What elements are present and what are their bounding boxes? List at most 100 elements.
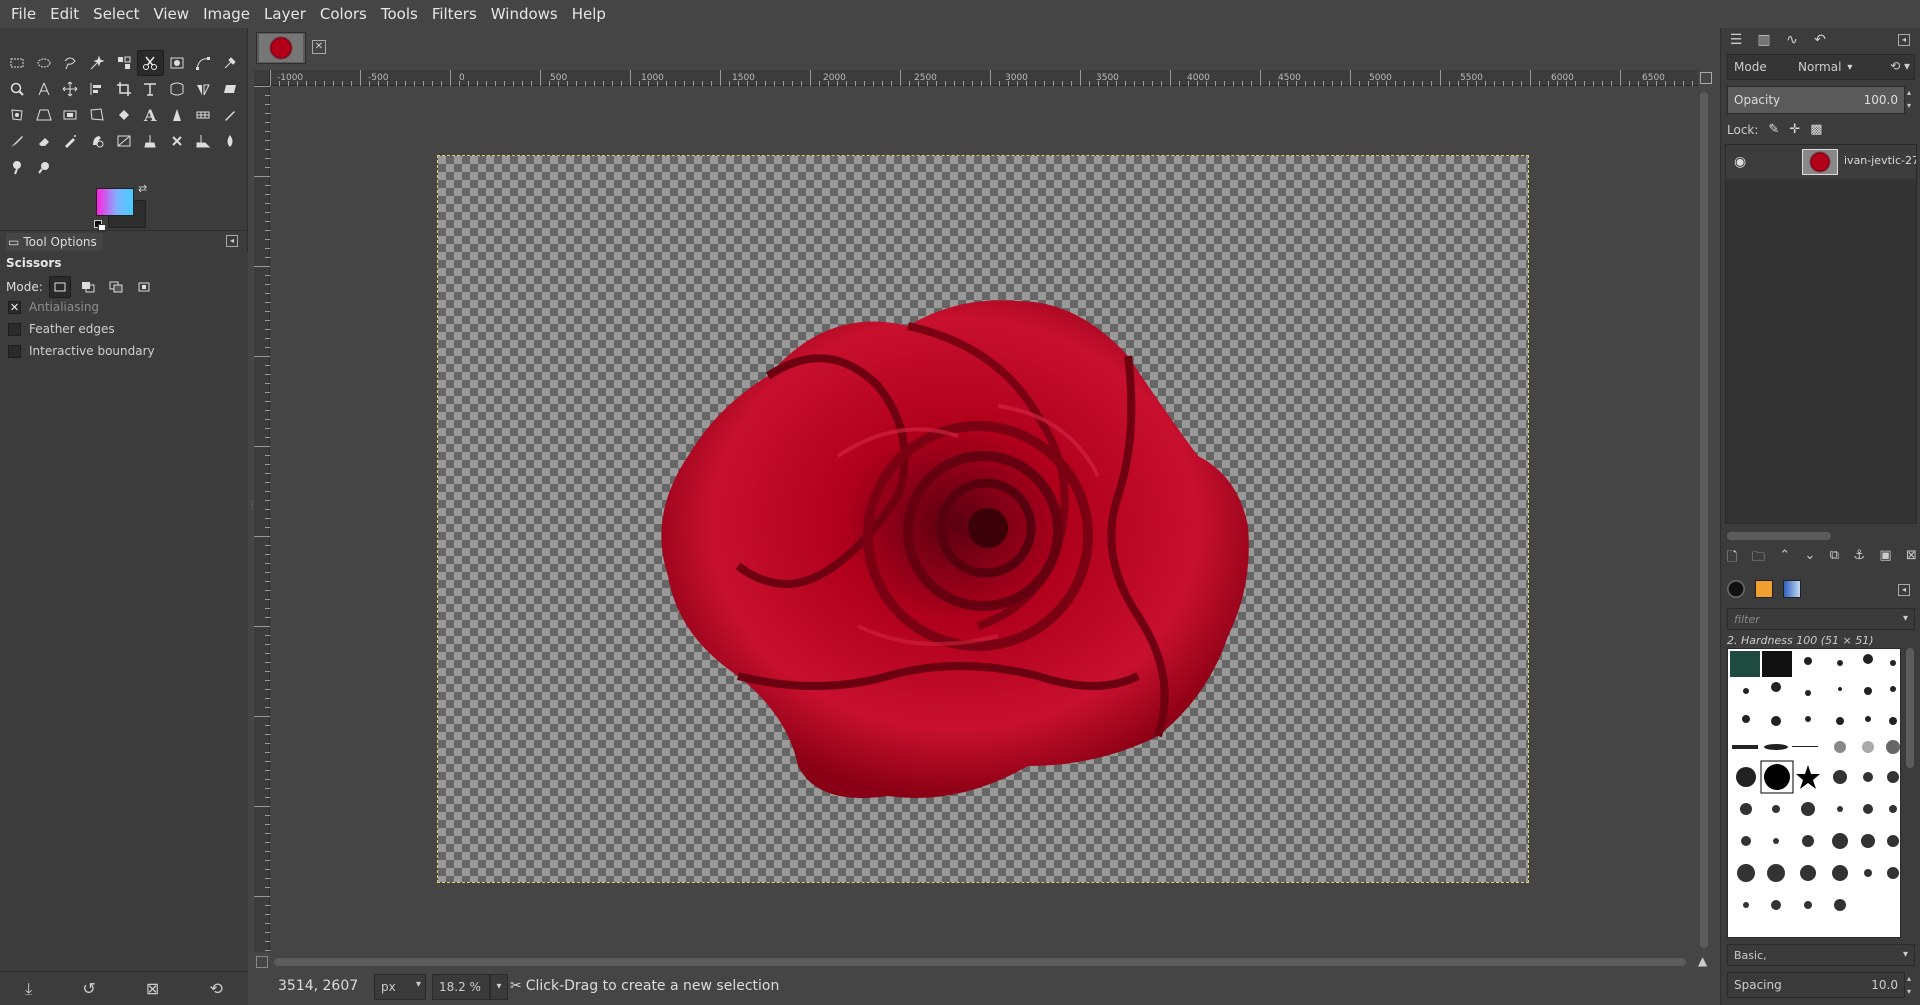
antialiasing-checkbox[interactable]: ✕: [8, 300, 21, 314]
rect-select-tool-icon[interactable]: [4, 50, 31, 76]
antialiasing-option[interactable]: ✕ Antialiasing: [8, 300, 99, 314]
menu-edit[interactable]: Edit: [43, 0, 86, 28]
crop-tool-icon[interactable]: [110, 76, 137, 102]
left-dock-sash[interactable]: ⋮: [247, 500, 257, 528]
feather-edges-checkbox[interactable]: [8, 322, 21, 336]
dodge-burn-tool-icon[interactable]: [31, 154, 58, 180]
horizontal-scrollbar[interactable]: [270, 956, 1690, 968]
new-layer-group-icon[interactable]: 🗀: [1752, 548, 1765, 570]
brush-grid[interactable]: [1727, 648, 1901, 938]
brush-scrollbar[interactable]: [1905, 648, 1915, 938]
blur-tool-icon[interactable]: [217, 128, 244, 154]
handle-transform-tool-icon[interactable]: [84, 102, 111, 128]
image-tab[interactable]: [256, 32, 306, 64]
heal-tool-icon[interactable]: [164, 128, 191, 154]
anchor-layer-icon[interactable]: ⚓: [1853, 548, 1865, 570]
menu-windows[interactable]: Windows: [484, 0, 565, 28]
mode-subtract-icon[interactable]: [105, 276, 127, 298]
vertical-ruler[interactable]: [254, 86, 270, 952]
menu-colors[interactable]: Colors: [313, 0, 374, 28]
lock-alpha-icon[interactable]: ▩: [1810, 122, 1822, 137]
menu-filters[interactable]: Filters: [425, 0, 484, 28]
navigate-icon[interactable]: [1700, 72, 1712, 84]
interactive-boundary-option[interactable]: Interactive boundary: [8, 344, 155, 358]
lock-position-icon[interactable]: ✛: [1789, 122, 1800, 137]
align-tool-icon[interactable]: [84, 76, 111, 102]
mypaint-tool-icon[interactable]: [110, 128, 137, 154]
quick-mask-toggle[interactable]: [256, 956, 268, 968]
unified-transform-tool-icon[interactable]: [137, 76, 164, 102]
menu-image[interactable]: Image: [196, 0, 257, 28]
menu-layer[interactable]: Layer: [257, 0, 313, 28]
lock-pixels-icon[interactable]: ✎: [1768, 122, 1779, 137]
mode-replace-icon[interactable]: [48, 276, 71, 298]
layer-visibility-eye-icon[interactable]: ◉: [1734, 154, 1746, 170]
interactive-boundary-checkbox[interactable]: [8, 344, 21, 358]
channels-tab-icon[interactable]: ▥: [1755, 32, 1773, 48]
opacity-spinner-icon[interactable]: ▴ ▾: [1907, 86, 1917, 114]
pencil-tool-icon[interactable]: [217, 102, 244, 128]
feather-edges-option[interactable]: Feather edges: [8, 322, 115, 336]
brush-scroll-thumb[interactable]: [1906, 648, 1914, 768]
paintbrush-tool-icon[interactable]: [4, 128, 31, 154]
layer-name[interactable]: ivan-jevtic-27: [1844, 154, 1916, 167]
swap-colors-icon[interactable]: ⇄: [138, 182, 147, 195]
eraser-tool-icon[interactable]: [31, 128, 58, 154]
tool-options-tab[interactable]: ▭ Tool Options: [6, 232, 103, 251]
save-tool-preset-icon[interactable]: ⤓: [25, 979, 32, 999]
scissors-tool-icon[interactable]: [136, 50, 164, 76]
menu-file[interactable]: File: [4, 0, 43, 28]
gradients-tab-icon[interactable]: [1783, 580, 1801, 598]
foreground-color-swatch[interactable]: [96, 188, 134, 216]
lower-layer-icon[interactable]: ⌄: [1804, 548, 1815, 570]
perspective-tool-icon[interactable]: [31, 102, 58, 128]
new-layer-icon[interactable]: 🗋: [1727, 548, 1737, 570]
layers-scroll-thumb[interactable]: [1727, 532, 1831, 540]
layer-mode-row[interactable]: Mode Normal ▾ ⟲ ▾: [1727, 54, 1915, 80]
perspective-clone-tool-icon[interactable]: [190, 128, 217, 154]
cage-transform-tool-icon[interactable]: [4, 102, 31, 128]
shear-tool-icon[interactable]: [217, 76, 244, 102]
measure-tool-icon[interactable]: [31, 76, 58, 102]
image-canvas[interactable]: [437, 155, 1529, 883]
ruler-corner[interactable]: [254, 70, 270, 86]
free-select-tool-icon[interactable]: [57, 50, 84, 76]
ink-tool-icon[interactable]: [84, 128, 111, 154]
unit-selector[interactable]: px ▾: [374, 974, 426, 1000]
foreground-select-tool-icon[interactable]: [164, 50, 191, 76]
undo-history-tab-icon[interactable]: ↶: [1811, 32, 1829, 48]
layer-row[interactable]: ◉ ivan-jevtic-27: [1726, 145, 1916, 179]
flip-tool-icon[interactable]: [190, 76, 217, 102]
color-picker-tool-icon[interactable]: [217, 50, 244, 76]
delete-layer-icon[interactable]: ⊠: [1906, 548, 1917, 570]
zoom-selector[interactable]: 18.2 %: [432, 974, 490, 1000]
3d-transform-tool-icon[interactable]: [57, 102, 84, 128]
select-by-color-tool-icon[interactable]: [110, 50, 137, 76]
restore-tool-preset-icon[interactable]: ↺: [82, 979, 95, 998]
gradient-fill-tool-icon[interactable]: [164, 102, 191, 128]
fuzzy-select-tool-icon[interactable]: [84, 50, 111, 76]
vertical-scrollbar[interactable]: [1698, 88, 1710, 950]
brushes-tab-icon[interactable]: [1727, 580, 1745, 598]
reset-tool-options-icon[interactable]: ⟲: [209, 979, 222, 998]
mypaint-brush-tool-icon[interactable]: [190, 102, 217, 128]
vertical-scroll-thumb[interactable]: [1700, 92, 1708, 948]
horizontal-scroll-thumb[interactable]: [274, 958, 1686, 966]
clone-tool-icon[interactable]: [137, 128, 164, 154]
ellipse-select-tool-icon[interactable]: [31, 50, 58, 76]
delete-tool-preset-icon[interactable]: ⊠: [146, 979, 159, 998]
close-tab-icon[interactable]: ✕: [312, 40, 326, 54]
airbrush-tool-icon[interactable]: [57, 128, 84, 154]
horizontal-ruler[interactable]: -1000 -500 0 500 1000 1500 2000 2500 3000 3500 400…: [270, 70, 1698, 86]
patterns-tab-icon[interactable]: [1755, 580, 1773, 598]
menu-select[interactable]: Select: [86, 0, 146, 28]
bucket-fill-tool-icon[interactable]: [110, 102, 137, 128]
layer-mask-icon[interactable]: ▣: [1879, 548, 1891, 570]
paths-tab-icon[interactable]: ∿: [1783, 32, 1801, 48]
zoom-tool-icon[interactable]: [4, 76, 31, 102]
layers-tab-icon[interactable]: ☰: [1727, 32, 1745, 48]
paths-tool-icon[interactable]: [190, 50, 217, 76]
move-tool-icon[interactable]: [57, 76, 84, 102]
mode-add-icon[interactable]: [77, 276, 99, 298]
menu-help[interactable]: Help: [565, 0, 613, 28]
